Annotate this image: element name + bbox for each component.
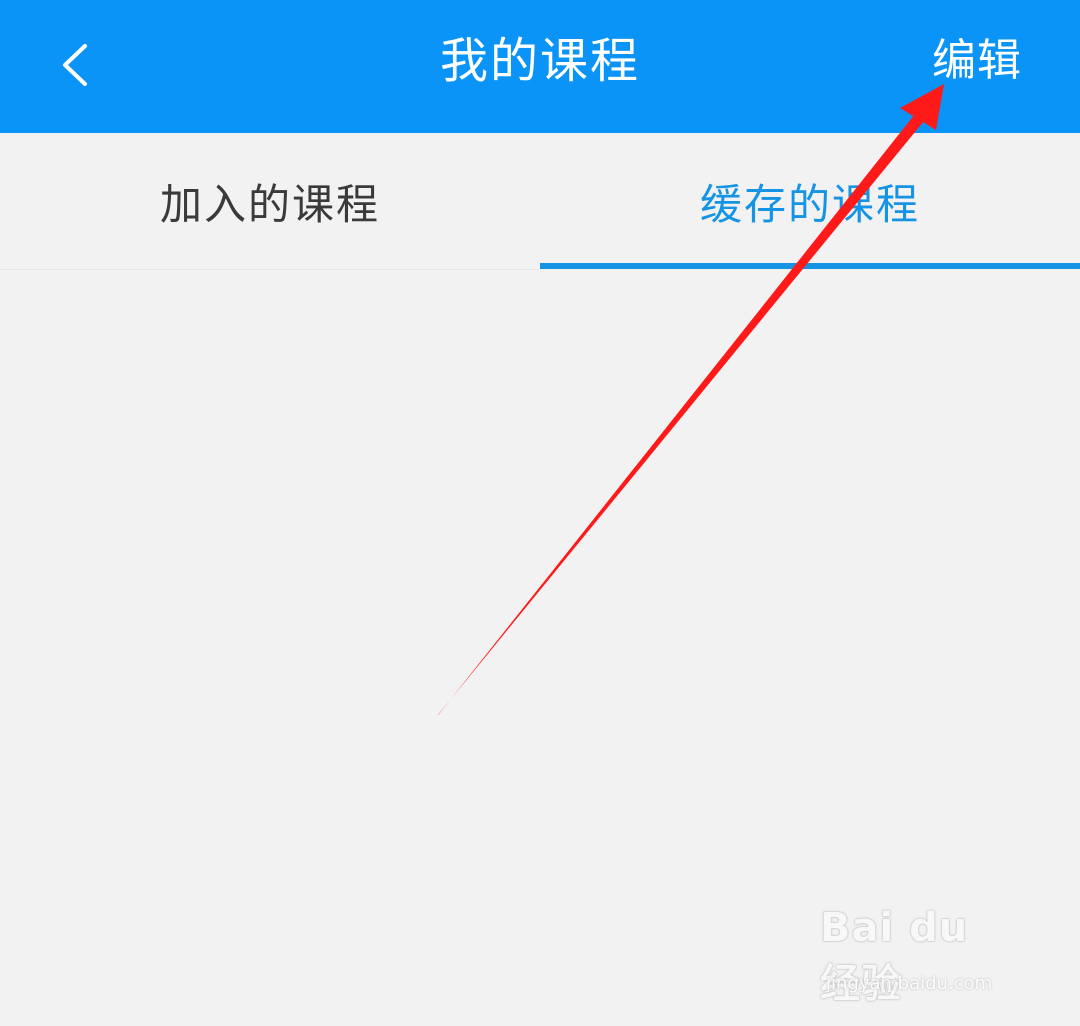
watermark-domain: jingyan.baidu.com xyxy=(826,973,993,994)
tab-joined-courses[interactable]: 加入的课程 xyxy=(0,133,540,270)
tab-bar: 加入的课程 缓存的课程 xyxy=(0,133,1080,270)
edit-button[interactable]: 编辑 xyxy=(932,30,1022,92)
baidu-jingyan-watermark: Bai du 经验 jingyan.baidu.com xyxy=(820,905,1020,1007)
active-tab-indicator xyxy=(540,263,1080,269)
top-app-bar: 我的课程 编辑 xyxy=(0,0,1080,133)
tab-cached-courses[interactable]: 缓存的课程 xyxy=(540,133,1080,270)
page-title: 我的课程 xyxy=(439,33,640,89)
